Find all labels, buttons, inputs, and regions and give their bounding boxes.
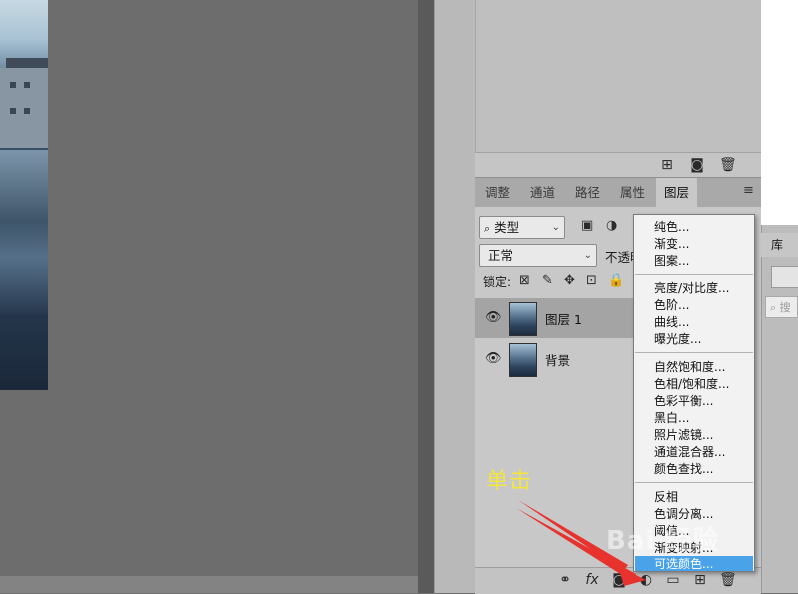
menu-item-selective-color[interactable]: 可选颜色... [654, 556, 713, 572]
tab-properties[interactable]: 属性 [612, 178, 653, 208]
lock-brush-icon[interactable]: ✎ [542, 273, 553, 288]
menu-item-black-white[interactable]: 黑白... [654, 410, 689, 426]
new-layer-icon[interactable]: ⊞ [692, 572, 708, 588]
building [0, 68, 48, 148]
tab-layers[interactable]: 图层 [656, 178, 698, 208]
top-panel-toolbar: ⊞ ◙ 🗑 [475, 152, 761, 178]
blend-mode-select[interactable]: 正常 ⌄ [479, 244, 597, 267]
trash-icon[interactable]: 🗑 [719, 572, 737, 588]
menu-item-exposure[interactable]: 曝光度... [654, 331, 701, 347]
menu-item-solid-color[interactable]: 纯色... [654, 219, 689, 235]
tab-adjustments[interactable]: 调整 [477, 178, 518, 208]
layer-filter-value: 类型 [494, 220, 520, 235]
layer-thumbnail [509, 343, 537, 377]
library-select[interactable] [771, 266, 798, 288]
top-panel [475, 0, 762, 152]
lock-label: 锁定: [483, 275, 512, 289]
chevron-down-icon: ⌄ [551, 222, 560, 233]
layer-name: 背景 [545, 353, 571, 368]
menu-separator [635, 482, 753, 483]
menu-item-color-balance[interactable]: 色彩平衡... [654, 393, 713, 409]
menu-separator [635, 352, 753, 353]
menu-item-vibrance[interactable]: 自然饱和度... [654, 359, 725, 375]
menu-item-curves[interactable]: 曲线... [654, 314, 689, 330]
search-icon: ⌕ [770, 301, 777, 314]
menu-item-levels[interactable]: 色阶... [654, 297, 689, 313]
pixel-filter-icon[interactable]: ▣ [581, 218, 593, 233]
link-icon[interactable]: ⚭ [557, 572, 573, 588]
window [24, 108, 30, 114]
menu-item-hue-saturation[interactable]: 色相/饱和度... [654, 376, 730, 392]
lock-all-icon[interactable]: 🔒 [608, 273, 624, 288]
window [10, 82, 16, 88]
menu-item-pattern[interactable]: 图案... [654, 253, 689, 269]
group-icon[interactable]: ▭ [665, 572, 681, 588]
chevron-down-icon: ⌄ [583, 250, 592, 261]
adjustment-filter-icon[interactable]: ◑ [606, 218, 617, 233]
tab-libraries[interactable]: 库 [761, 233, 798, 257]
layer-filter-select[interactable]: ⌕ 类型 ⌄ [479, 216, 565, 239]
layer-thumbnail [509, 302, 537, 336]
eye-icon[interactable]: 👁 [485, 310, 502, 325]
watermark: Bai 经验 [606, 526, 720, 556]
eye-icon[interactable]: 👁 [485, 351, 502, 366]
menu-item-brightness-contrast[interactable]: 亮度/对比度... [654, 280, 730, 296]
blend-mode-value: 正常 [488, 248, 514, 263]
annotation-label: 单击 [486, 469, 533, 494]
collapsed-dock [434, 0, 475, 593]
panel-tab-bar: 调整 通道 路径 属性 图层 ≡ [475, 177, 761, 208]
layer-row[interactable]: 👁 背景 [475, 339, 635, 379]
camera-icon[interactable]: ◙ [689, 157, 705, 173]
library-search-placeholder: 搜 [779, 301, 791, 314]
lock-transparency-icon[interactable]: ⊠ [519, 273, 530, 288]
menu-item-channel-mixer[interactable]: 通道混合器... [654, 444, 725, 460]
layer-name: 图层 1 [545, 312, 582, 327]
document-image [0, 0, 48, 390]
mask-icon[interactable]: ◙ [611, 572, 627, 588]
canvas-scrollbar[interactable] [0, 576, 418, 593]
trash-icon[interactable]: 🗑 [719, 157, 737, 173]
menu-item-color-lookup[interactable]: 颜色查找... [654, 461, 713, 477]
menu-item-photo-filter[interactable]: 照片滤镜... [654, 427, 713, 443]
tab-channels[interactable]: 通道 [522, 178, 563, 208]
window [10, 108, 16, 114]
tab-paths[interactable]: 路径 [567, 178, 608, 208]
panel-menu-icon[interactable]: ≡ [743, 184, 755, 198]
menu-item-invert[interactable]: 反相 [654, 489, 678, 505]
panel-divider [418, 0, 434, 593]
fx-icon[interactable]: fx [584, 572, 600, 588]
adjustment-layer-menu: 纯色... 渐变... 图案... 亮度/对比度... 色阶... 曲线... … [633, 214, 755, 572]
window [24, 82, 30, 88]
new-layer-icon[interactable]: ⊞ [659, 157, 675, 173]
right-dock-blank [761, 0, 798, 225]
document-canvas[interactable] [0, 0, 418, 576]
menu-separator [635, 274, 753, 275]
water-reflection [0, 150, 48, 390]
lock-artboard-icon[interactable]: ⊡ [586, 273, 597, 288]
search-icon: ⌕ [484, 222, 491, 235]
layer-row[interactable]: 👁 图层 1 [475, 298, 635, 338]
library-search-input[interactable]: ⌕ 搜 [765, 296, 798, 318]
menu-item-gradient[interactable]: 渐变... [654, 236, 689, 252]
adjustment-icon[interactable]: ◐ [638, 572, 654, 588]
lock-move-icon[interactable]: ✥ [564, 273, 575, 288]
